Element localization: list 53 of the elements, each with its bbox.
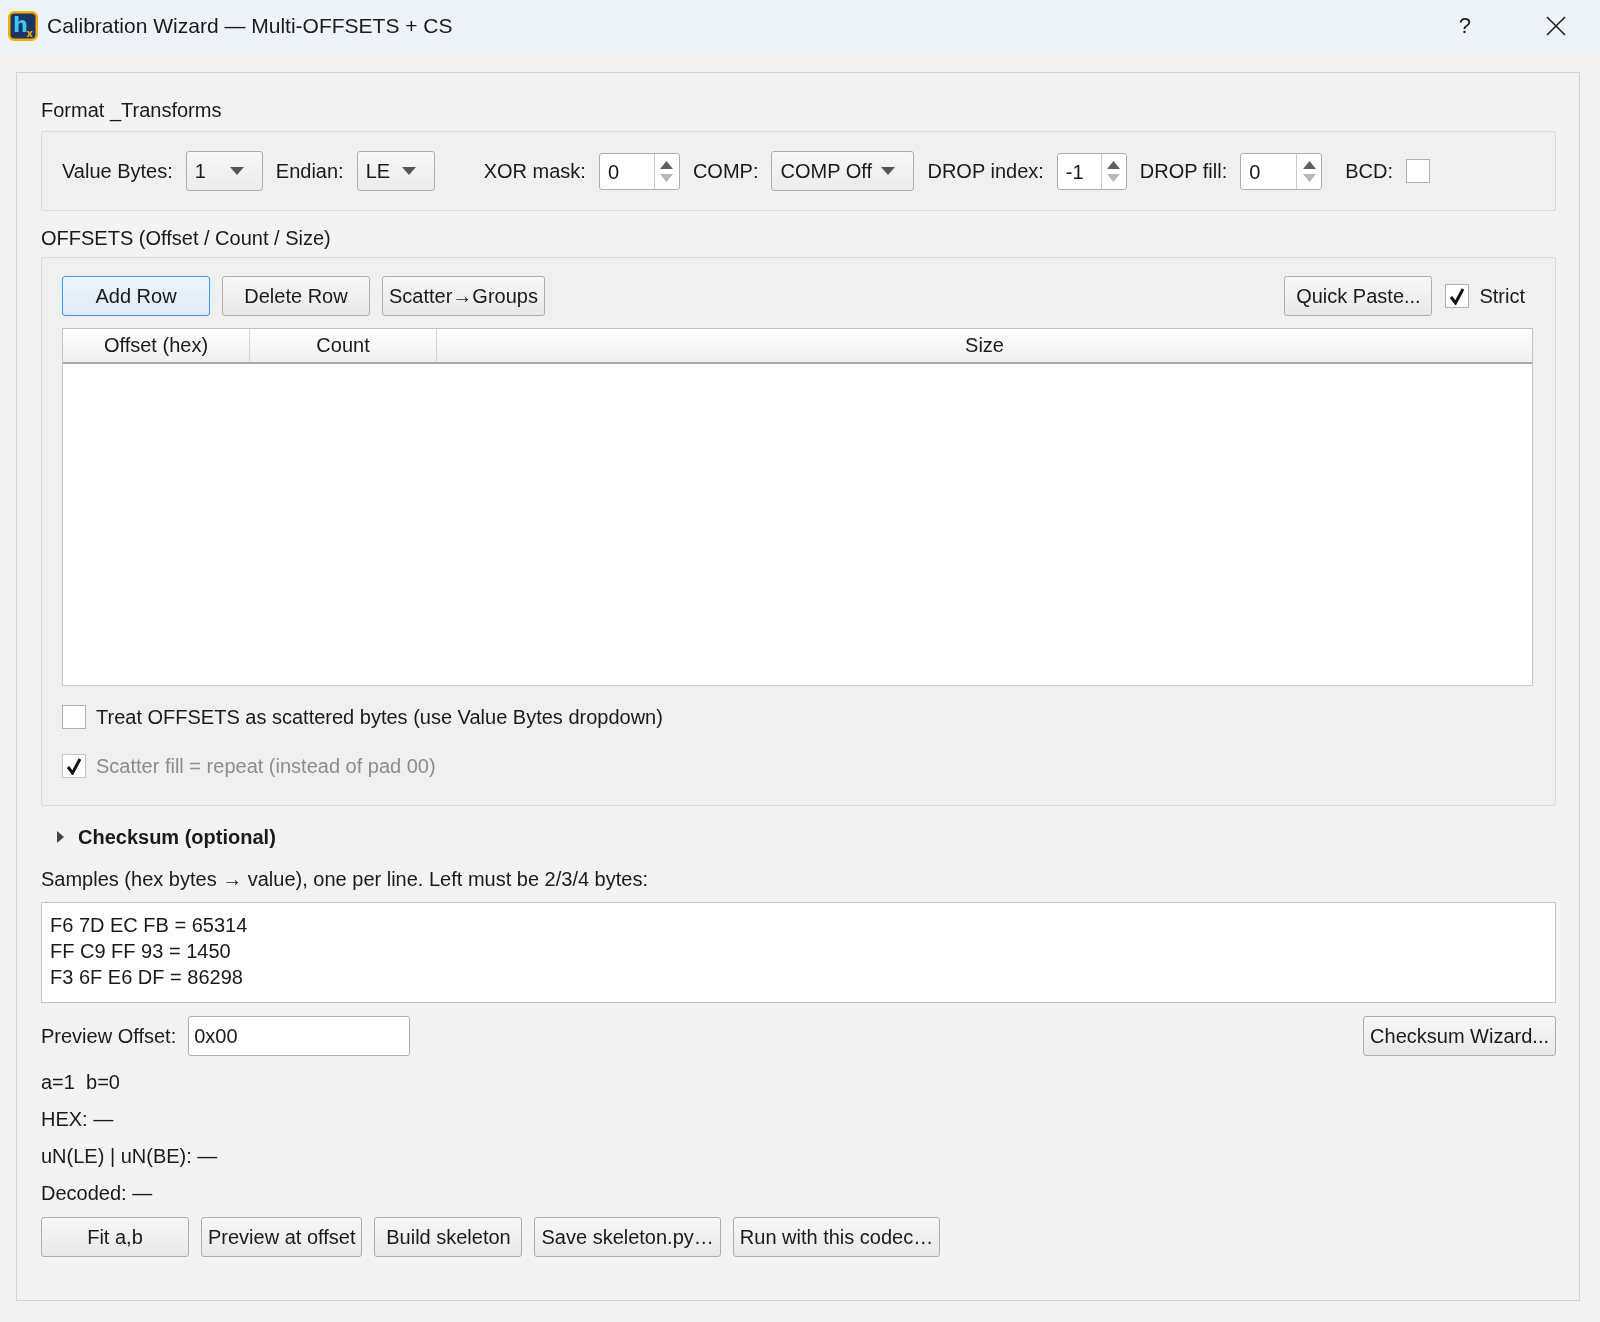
window-title: Calibration Wizard — Multi-OFFSETS + CS bbox=[47, 13, 453, 39]
field-label: COMP: bbox=[692, 159, 759, 183]
action-button[interactable]: Preview at offset bbox=[201, 1217, 363, 1257]
checksum-section-header[interactable]: Checksum (optional) bbox=[78, 825, 276, 849]
toolbar-button[interactable]: Delete Row bbox=[222, 276, 370, 316]
spin-up-icon[interactable] bbox=[1107, 160, 1121, 169]
strict-checkbox[interactable] bbox=[1445, 284, 1470, 308]
checkbox[interactable] bbox=[1406, 159, 1431, 183]
spin-up-icon[interactable] bbox=[660, 160, 674, 169]
column-header[interactable]: Count bbox=[250, 329, 437, 362]
check-icon bbox=[66, 757, 82, 775]
action-button[interactable]: Save skeleton.py… bbox=[534, 1217, 721, 1257]
spin-box[interactable]: 0 bbox=[598, 152, 680, 190]
checkbox[interactable] bbox=[62, 705, 86, 729]
dropdown[interactable]: COMP Off bbox=[771, 151, 915, 191]
field-label: Endian: bbox=[275, 159, 344, 183]
result-text: HEX: — bbox=[41, 1107, 114, 1131]
samples-label: Samples (hex bytes → value), one per line. Left must be 2/3/4 bytes: bbox=[41, 867, 648, 891]
result-text: Decoded: — bbox=[41, 1181, 153, 1205]
close-icon[interactable] bbox=[1546, 16, 1566, 36]
quick-paste-button[interactable]: Quick Paste... bbox=[1284, 276, 1433, 316]
action-button[interactable]: Run with this codec… bbox=[732, 1217, 941, 1257]
section-title: Format _Transforms bbox=[41, 98, 222, 122]
toolbar-button[interactable]: Add Row bbox=[62, 276, 210, 316]
spin-up-icon[interactable] bbox=[1302, 160, 1316, 169]
samples-text-field[interactable]: F6 7D EC FB = 65314 FF C9 FF 93 = 1450 F3 6F E6 DF = 86298 bbox=[41, 902, 1556, 1003]
checkbox-label[interactable]: Strict bbox=[1479, 284, 1525, 308]
dropdown[interactable]: 1 bbox=[185, 151, 263, 191]
field-label: DROP index: bbox=[927, 159, 1044, 183]
field-label: Value Bytes: bbox=[62, 159, 173, 183]
toolbar-button[interactable]: Scatter→Groups bbox=[382, 276, 545, 316]
section-title: OFFSETS (Offset / Count / Size) bbox=[41, 226, 331, 250]
preview-offset-input[interactable]: 0x00 bbox=[188, 1016, 411, 1056]
checkbox-label[interactable]: Treat OFFSETS as scattered bytes (use Value Bytes dropdown) bbox=[96, 705, 663, 729]
result-text: uN(LE) | uN(BE): — bbox=[41, 1144, 218, 1168]
dropdown-arrow-icon bbox=[229, 167, 244, 175]
dropdown-arrow-icon bbox=[881, 167, 896, 175]
dropdown[interactable]: LE bbox=[356, 151, 435, 191]
column-header[interactable]: Offset (hex) bbox=[63, 329, 250, 362]
dropdown-arrow-icon bbox=[401, 167, 416, 175]
spin-box[interactable]: 0 bbox=[1240, 152, 1323, 190]
field-label: XOR mask: bbox=[483, 159, 586, 183]
result-text: a=1 b=0 bbox=[41, 1070, 120, 1094]
spin-box[interactable]: -1 bbox=[1056, 152, 1127, 190]
field-label: Preview Offset: bbox=[41, 1024, 177, 1048]
expand-arrow-icon[interactable] bbox=[57, 831, 64, 843]
action-button[interactable]: Fit a,b bbox=[41, 1217, 189, 1257]
checksum-wizard-button[interactable]: Checksum Wizard... bbox=[1363, 1016, 1556, 1056]
check-icon bbox=[1449, 287, 1466, 305]
action-button[interactable]: Build skeleton bbox=[374, 1217, 523, 1257]
field-label: DROP fill: bbox=[1139, 159, 1228, 183]
help-button[interactable]: ? bbox=[1458, 13, 1471, 39]
field-label: BCD: bbox=[1345, 159, 1394, 183]
